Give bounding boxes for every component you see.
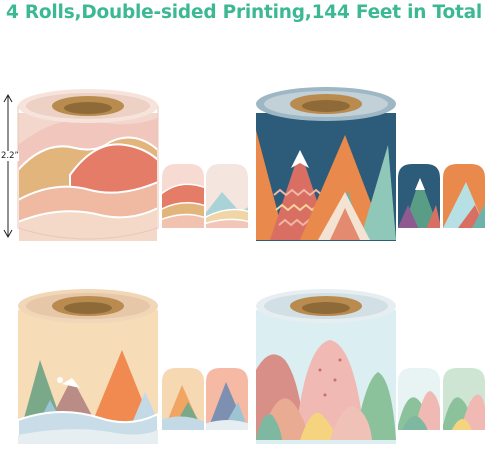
trim-sample-1b [206, 164, 248, 228]
trim-sample-3b [206, 368, 248, 430]
roll-peach-mountains [18, 289, 158, 444]
roll-teal-mountains [256, 87, 396, 241]
dimension-label: 2.2” [1, 151, 19, 161]
roll-pink-hills [17, 89, 159, 241]
trim-sample-4a [398, 368, 440, 430]
roll-pastel-mountains [256, 289, 396, 444]
trim-sample-1a [162, 164, 204, 228]
trim-sample-3a [162, 368, 204, 430]
dimension-arrow [3, 93, 13, 239]
trim-sample-4b [443, 368, 485, 430]
trim-sample-2a [398, 164, 440, 228]
product-photo [3, 87, 485, 444]
trim-sample-2b [443, 164, 485, 228]
